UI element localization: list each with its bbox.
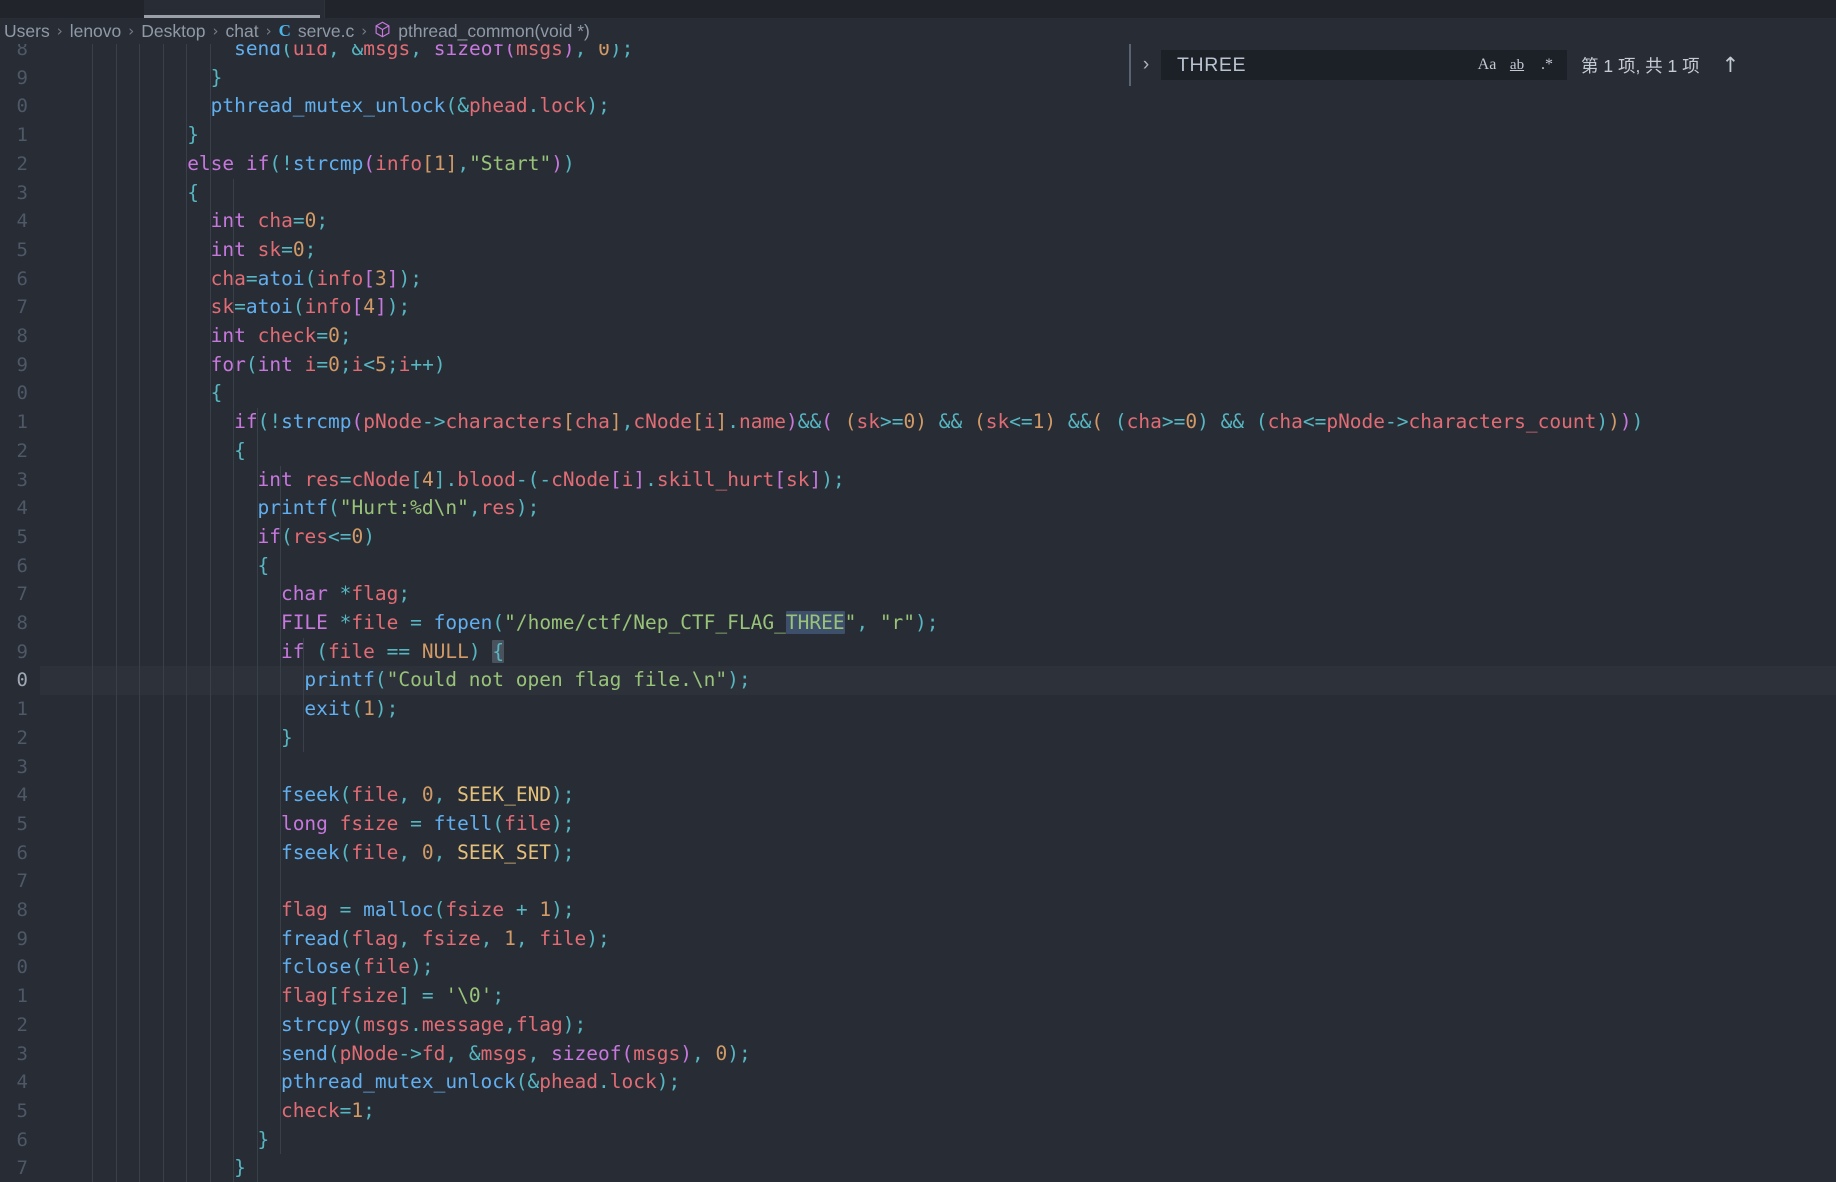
code-editor[interactable]: 8901234567890123456789012345678901234567… — [0, 44, 1836, 1182]
code-line[interactable]: cha=atoi(info[3]); — [0, 265, 1836, 294]
breadcrumb-label: Desktop — [141, 20, 206, 41]
breadcrumb-label: pthread_common(void *) — [398, 20, 590, 41]
search-match-highlight: THREE — [785, 611, 845, 634]
code-line[interactable]: int cha=0; — [0, 207, 1836, 236]
breadcrumb-item-chat[interactable]: chat — [225, 21, 258, 42]
breadcrumb-separator: › — [265, 22, 272, 40]
editor-tab-active[interactable] — [144, 0, 324, 18]
code-line[interactable]: { — [0, 379, 1836, 408]
code-line[interactable]: if(!strcmp(pNode->characters[cha],cNode[… — [0, 408, 1836, 437]
code-line[interactable]: char *flag; — [0, 580, 1836, 609]
breadcrumb-label: chat — [225, 20, 259, 41]
code-line[interactable]: { — [0, 179, 1836, 208]
code-line[interactable]: printf("Could not open flag file.\n"); — [0, 666, 1836, 695]
breadcrumb-label: lenovo — [69, 20, 122, 41]
code-content[interactable]: send(uid, &msgs, sizeof(msgs), 0);} pthre… — [0, 44, 1836, 1182]
code-line[interactable]: { — [0, 437, 1836, 466]
chevron-right-icon[interactable]: › — [1131, 44, 1161, 86]
code-line[interactable]: fclose(file); — [0, 953, 1836, 982]
code-line[interactable]: int res=cNode[4].blood-(-cNode[i].skill_… — [0, 466, 1836, 495]
code-line[interactable] — [0, 867, 1836, 896]
code-line[interactable]: sk=atoi(info[4]); — [0, 293, 1836, 322]
breadcrumb-item-serve-c[interactable]: C serve.c — [279, 21, 355, 42]
c-file-icon: C — [278, 21, 291, 40]
breadcrumb-separator: › — [361, 22, 368, 40]
breadcrumb-item-symbol[interactable]: pthread_common(void *) — [374, 21, 590, 42]
code-line[interactable]: if (file == NULL) { — [0, 638, 1836, 667]
breadcrumb-separator: › — [128, 22, 135, 40]
breadcrumb-item-users[interactable]: Users — [4, 21, 50, 42]
code-line[interactable]: } — [0, 121, 1836, 150]
match-case-icon[interactable]: Aa — [1473, 52, 1501, 78]
breadcrumb-separator: › — [56, 22, 63, 40]
bracket-match-highlight: { — [492, 639, 505, 663]
code-line[interactable]: { — [0, 552, 1836, 581]
breadcrumb-label: Users — [4, 20, 50, 41]
code-line[interactable]: pthread_mutex_unlock(&phead.lock); — [0, 92, 1836, 121]
code-line[interactable] — [0, 753, 1836, 782]
code-line[interactable]: long fsize = ftell(file); — [0, 810, 1836, 839]
code-line[interactable]: flag = malloc(fsize + 1); — [0, 896, 1836, 925]
code-line[interactable]: check=1; — [0, 1097, 1836, 1126]
code-line[interactable]: fseek(file, 0, SEEK_END); — [0, 781, 1836, 810]
code-line[interactable]: for(int i=0;i<5;i++) — [0, 351, 1836, 380]
code-line[interactable]: } — [0, 724, 1836, 753]
match-count-label: 第 1 项, 共 1 项 — [1581, 55, 1700, 76]
symbol-function-icon — [374, 21, 391, 42]
regex-icon[interactable]: .* — [1533, 52, 1561, 78]
breadcrumb-item-desktop[interactable]: Desktop — [141, 21, 205, 42]
arrow-up-icon[interactable]: ↑ — [1722, 53, 1740, 77]
code-line[interactable]: int check=0; — [0, 322, 1836, 351]
breadcrumb: Users › lenovo › Desktop › chat › C serv… — [0, 18, 1836, 44]
code-line[interactable]: exit(1); — [0, 695, 1836, 724]
code-line[interactable]: else if(!strcmp(info[1],"Start")) — [0, 150, 1836, 179]
code-line[interactable]: fread(flag, fsize, 1, file); — [0, 925, 1836, 954]
breadcrumb-separator: › — [212, 22, 219, 40]
code-line[interactable]: printf("Hurt:%d\n",res); — [0, 494, 1836, 523]
tab-bar — [0, 0, 1836, 18]
code-line[interactable]: } — [0, 1126, 1836, 1155]
tab-divider — [324, 0, 325, 18]
breadcrumb-label: serve.c — [297, 20, 355, 41]
code-line[interactable]: } — [0, 1154, 1836, 1182]
code-line[interactable]: int sk=0; — [0, 236, 1836, 265]
code-line[interactable]: strcpy(msgs.message,flag); — [0, 1011, 1836, 1040]
code-line[interactable]: send(pNode->fd, &msgs, sizeof(msgs), 0); — [0, 1040, 1836, 1069]
code-line[interactable]: flag[fsize] = '\0'; — [0, 982, 1836, 1011]
code-line[interactable]: if(res<=0) — [0, 523, 1836, 552]
find-widget[interactable]: › THREE Aa ab .* 第 1 项, 共 1 项 ↑ — [1129, 44, 1836, 86]
whole-word-icon[interactable]: ab — [1503, 52, 1531, 78]
code-line[interactable]: fseek(file, 0, SEEK_SET); — [0, 839, 1836, 868]
breadcrumb-item-lenovo[interactable]: lenovo — [70, 21, 122, 42]
code-line[interactable]: FILE *file = fopen("/home/ctf/Nep_CTF_FL… — [0, 609, 1836, 638]
code-line[interactable]: pthread_mutex_unlock(&phead.lock); — [0, 1068, 1836, 1097]
search-input[interactable]: THREE — [1167, 54, 1471, 77]
find-input-wrapper[interactable]: THREE Aa ab .* — [1161, 50, 1567, 80]
